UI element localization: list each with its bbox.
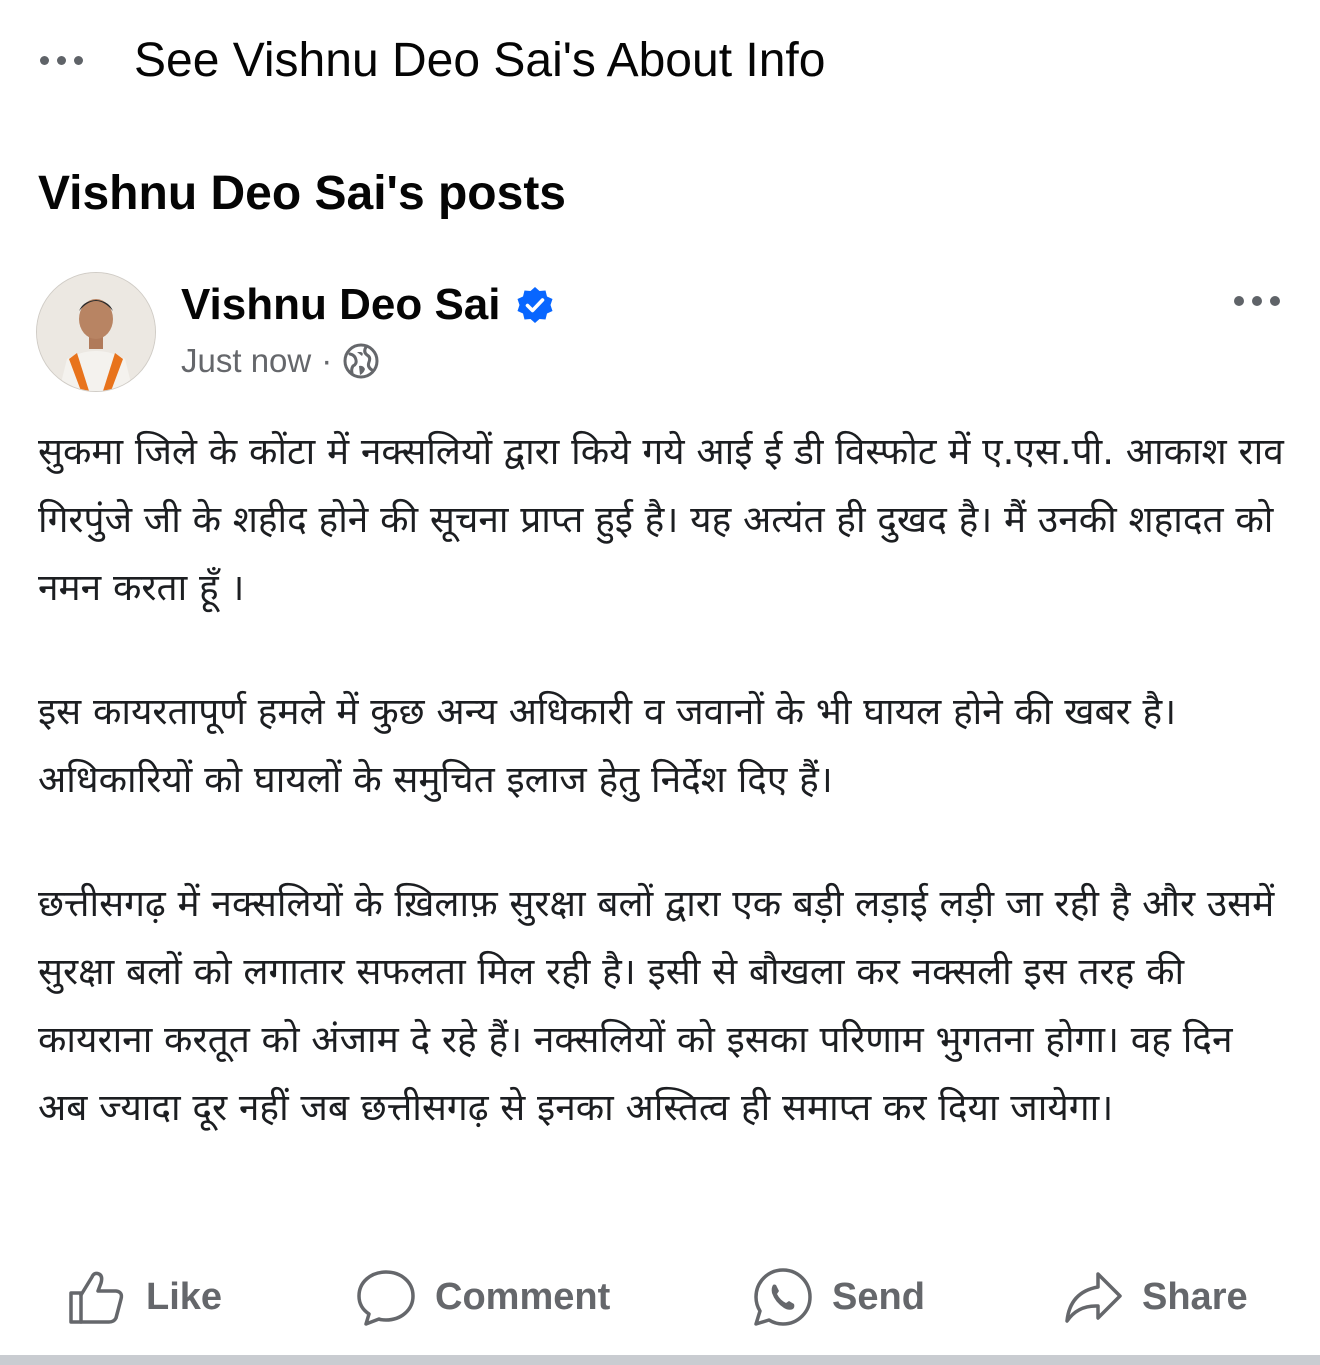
about-info-row[interactable]: See Vishnu Deo Sai's About Info [40, 28, 825, 92]
more-dot [1234, 296, 1244, 306]
share-arrow-icon [1065, 1272, 1122, 1323]
comment-button[interactable]: Comment [355, 1255, 610, 1339]
meta-separator: · [321, 342, 333, 379]
share-label: Share [1142, 1275, 1248, 1318]
author-name[interactable]: Vishnu Deo Sai [181, 280, 501, 330]
avatar[interactable] [36, 272, 156, 392]
post-body: सुकमा जिले के कोंटा में नक्सलियों द्वारा… [38, 418, 1288, 1142]
send-label: Send [832, 1275, 925, 1318]
more-dot [1252, 296, 1262, 306]
author-name-row[interactable]: Vishnu Deo Sai [181, 280, 555, 330]
post-header: Vishnu Deo Sai Just now · [36, 272, 1284, 392]
section-title: Vishnu Deo Sai's posts [38, 167, 566, 220]
verified-badge-icon [517, 287, 552, 323]
about-info-link[interactable]: See Vishnu Deo Sai's About Info [134, 33, 825, 88]
globe-icon [343, 343, 379, 379]
comment-label: Comment [435, 1275, 611, 1318]
comment-bubble-icon [357, 1270, 415, 1326]
share-button[interactable]: Share [1062, 1255, 1248, 1339]
more-dot [1270, 296, 1280, 306]
more-horizontal-icon [40, 55, 92, 65]
post-options-button[interactable] [1234, 296, 1280, 306]
thumbs-up-icon [69, 1271, 124, 1324]
like-button[interactable]: Like [66, 1255, 222, 1339]
whatsapp-icon [754, 1268, 812, 1326]
post-meta: Just now · [181, 342, 380, 380]
send-button[interactable]: Send [752, 1255, 925, 1339]
post-paragraph: सुकमा जिले के कोंटा में नक्सलियों द्वारा… [38, 430, 1284, 609]
like-label: Like [146, 1275, 223, 1318]
avatar-image [37, 273, 155, 391]
post-actions-bar: Like Comment Send Share [0, 1255, 1320, 1339]
post-timestamp[interactable]: Just now [181, 342, 311, 380]
section-divider [0, 1355, 1320, 1365]
post-paragraph: छत्तीसगढ़ में नक्सलियों के ख़िलाफ़ सुरक्… [38, 882, 1275, 1129]
post-paragraph: इस कायरतापूर्ण हमले में कुछ अन्य अधिकारी… [38, 690, 1177, 801]
